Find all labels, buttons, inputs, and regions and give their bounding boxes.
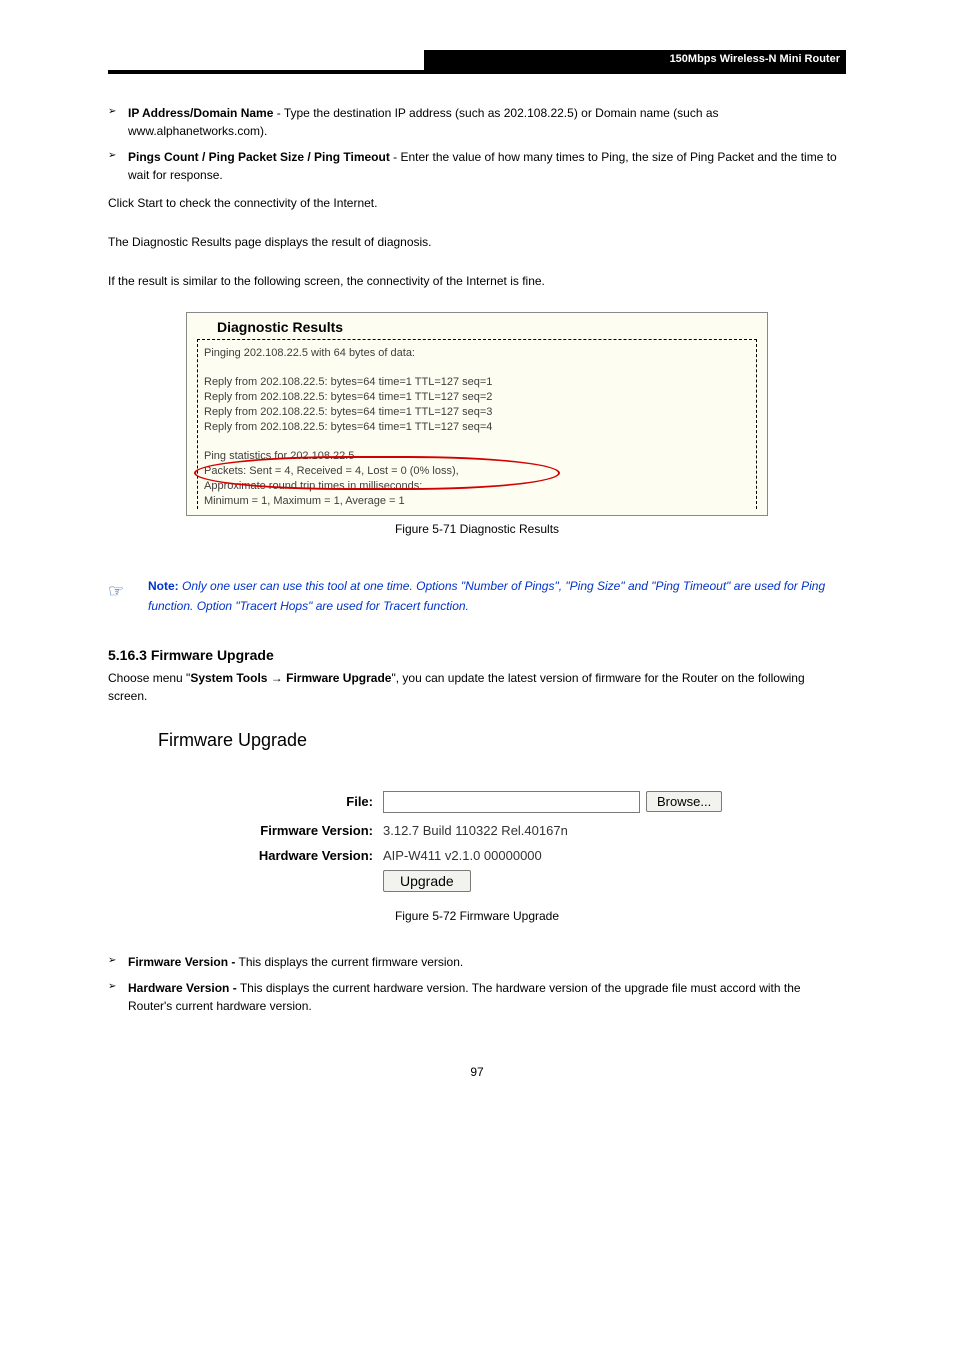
browse-button[interactable]: Browse... [646, 791, 722, 812]
bullet-term: IP Address/Domain Name [128, 106, 273, 120]
diag-line: Ping statistics for 202.108.22.5 [204, 449, 750, 464]
bullet-term: Pings Count / Ping Packet Size / Ping Ti… [128, 150, 390, 164]
fw-version-label: Firmware Version: [158, 823, 383, 838]
figure-caption-571: Figure 5-71 Diagnostic Results [108, 522, 846, 536]
bullet-item: ➢ IP Address/Domain Name - Type the dest… [108, 104, 846, 140]
bullet-arrow-icon: ➢ [108, 979, 128, 1015]
diag-line: Reply from 202.108.22.5: bytes=64 time=1… [204, 375, 750, 390]
diag-line: Reply from 202.108.22.5: bytes=64 time=1… [204, 405, 750, 420]
bullet-item: ➢ Firmware Version - This displays the c… [108, 953, 846, 971]
fw-file-label: File: [158, 794, 383, 809]
hw-version-label: Hardware Version: [158, 848, 383, 863]
diag-area-text: The Diagnostic Results page displays the… [108, 233, 846, 252]
note-hand-icon: ☞ [108, 576, 148, 617]
fw-file-input[interactable] [383, 791, 640, 813]
section-description: Choose menu "System Tools → Firmware Upg… [108, 669, 846, 705]
page-number: 97 [108, 1065, 846, 1079]
bullet-desc: This displays the current firmware versi… [235, 955, 463, 969]
diag-line: Reply from 202.108.22.5: bytes=64 time=1… [204, 390, 750, 405]
note-label: Note: [148, 579, 179, 593]
figure-caption-572: Figure 5-72 Firmware Upgrade [108, 909, 846, 923]
bullet-term: Hardware Version - [128, 981, 237, 995]
hw-version-value: AIP-W411 v2.1.0 00000000 [383, 848, 542, 863]
bullet-term: Firmware Version - [128, 955, 235, 969]
bullet-item: ➢ Pings Count / Ping Packet Size / Ping … [108, 148, 846, 184]
header-title: 150Mbps Wireless-N Mini Router [424, 50, 846, 70]
bullet-arrow-icon: ➢ [108, 104, 128, 140]
bullet-item: ➢ Hardware Version - This displays the c… [108, 979, 846, 1015]
fw-title: Firmware Upgrade [158, 730, 846, 751]
note-block: ☞ Note: Only one user can use this tool … [108, 576, 846, 617]
section-heading: 5.16.3 Firmware Upgrade [108, 647, 846, 663]
page-header: 150Mbps Wireless-N Mini Router [108, 50, 846, 72]
upgrade-button[interactable]: Upgrade [383, 870, 471, 892]
click-start-text: Click Start to check the connectivity of… [108, 194, 846, 213]
diagnostic-results-box: Diagnostic Results Pinging 202.108.22.5 … [186, 312, 768, 516]
diag-line: Approximate round trip times in millisec… [204, 479, 750, 494]
bullet-arrow-icon: ➢ [108, 148, 128, 184]
diag-success-text: If the result is similar to the followin… [108, 272, 846, 291]
note-text: Only one user can use this tool at one t… [148, 579, 825, 613]
diag-line: Minimum = 1, Maximum = 1, Average = 1 [204, 494, 750, 509]
bullet-arrow-icon: ➢ [108, 953, 128, 971]
diag-line: Reply from 202.108.22.5: bytes=64 time=1… [204, 420, 750, 435]
firmware-upgrade-panel: Firmware Upgrade File: Browse... Firmwar… [158, 730, 846, 889]
diag-line: Pinging 202.108.22.5 with 64 bytes of da… [204, 346, 750, 361]
diag-line: Packets: Sent = 4, Received = 4, Lost = … [204, 464, 750, 479]
diag-box-title: Diagnostic Results [197, 319, 757, 339]
fw-version-value: 3.12.7 Build 110322 Rel.40167n [383, 823, 568, 838]
